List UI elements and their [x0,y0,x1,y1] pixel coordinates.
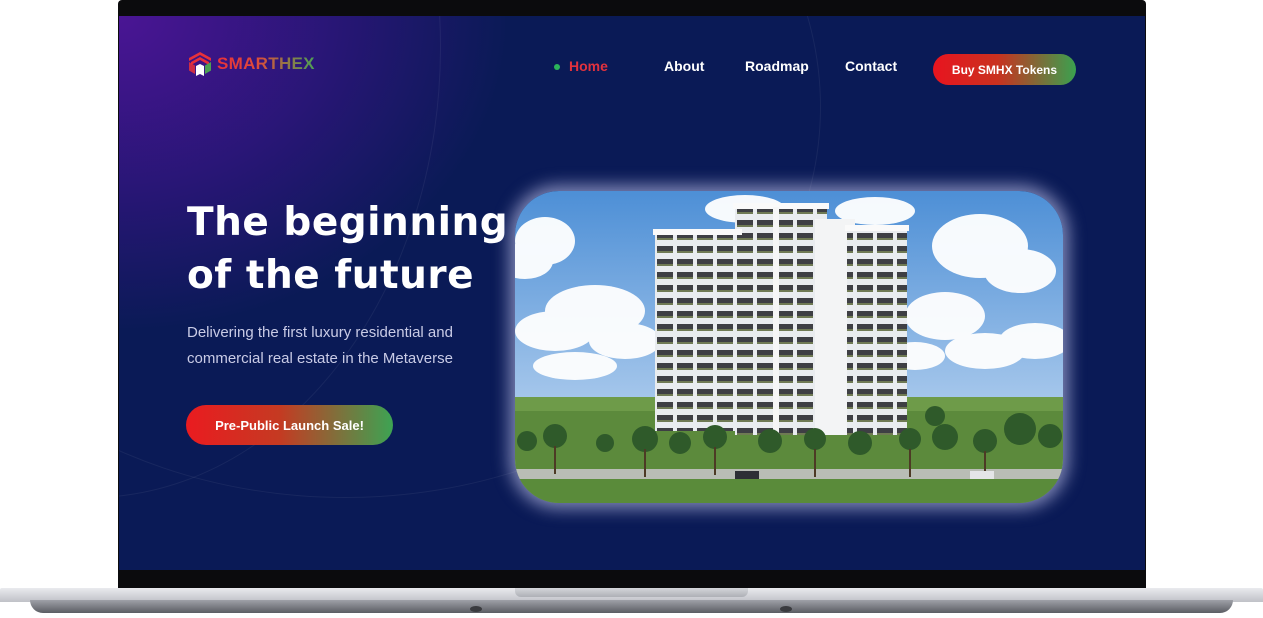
hero-title: The beginning of the future [187,196,517,302]
laptop-foot [780,606,792,612]
nav-item-roadmap[interactable]: Roadmap [745,58,809,74]
laptop-base [0,588,1263,614]
hero-subtitle-line: commercial real estate in the Metaverse [187,350,453,367]
nav-item-home[interactable]: Home [554,58,608,74]
laptop-foot [470,606,482,612]
building-render-image [515,191,1063,503]
active-indicator-dot [554,64,560,70]
brand-name: SMARTHEX [217,54,315,73]
nav-item-about[interactable]: About [664,58,704,74]
nav-item-contact[interactable]: Contact [845,58,897,74]
laptop-base-bottom [30,600,1233,613]
launch-sale-button[interactable]: Pre-Public Launch Sale! [186,405,393,445]
buy-tokens-button[interactable]: Buy SMHX Tokens [933,54,1076,85]
nav-item-label: Home [569,58,608,74]
laptop-notch [515,588,748,597]
hero-subtitle-line: Delivering the first luxury residential … [187,324,453,341]
laptop-screen: SMARTHEX Home About Roadmap Contact Buy … [119,16,1145,570]
brand-logo[interactable]: SMARTHEX [187,50,315,78]
hero-subtitle: Delivering the first luxury residential … [187,320,487,372]
hero-title-line: The beginning [187,200,509,245]
hero-title-line: of the future [187,253,475,298]
hexagon-stack-icon [189,52,211,76]
building-illustration [515,191,1063,503]
